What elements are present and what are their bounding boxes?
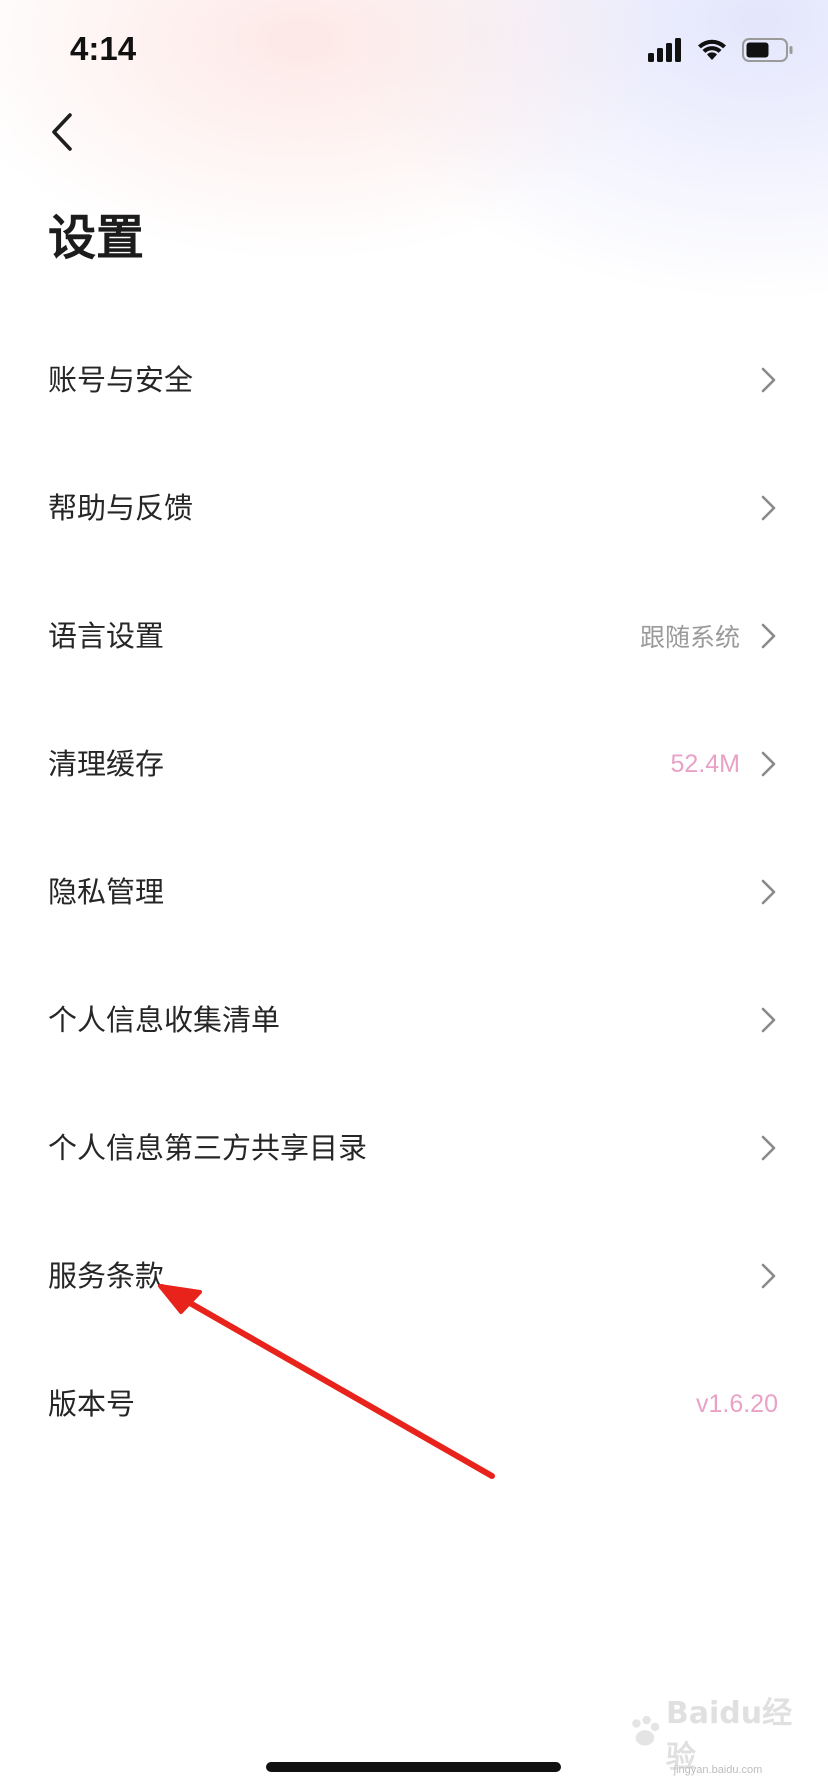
settings-item-version: 版本号 v1.6.20 (0, 1340, 828, 1468)
settings-item-label: 账号与安全 (48, 363, 194, 397)
chevron-right-icon (761, 495, 776, 521)
settings-item-label: 个人信息收集清单 (48, 1003, 281, 1037)
settings-item-trailing (760, 316, 778, 444)
settings-item-privacy[interactable]: 隐私管理 (0, 828, 828, 956)
status-time: 4:14 (70, 30, 137, 67)
settings-item-trailing: 跟随系统 (640, 572, 778, 700)
page-title: 设置 (48, 210, 145, 266)
settings-item-terms-of-service[interactable]: 服务条款 (0, 1212, 828, 1340)
settings-item-label: 清理缓存 (48, 747, 165, 781)
settings-list: 账号与安全 帮助与反馈 语言设置 跟随系统 清理缓存 52.4M 隐私管理 个人… (0, 316, 828, 1468)
baidu-jingyan-watermark: Baidu经验 (628, 1696, 798, 1775)
chevron-right-icon (761, 879, 776, 905)
settings-item-trailing (760, 828, 778, 956)
settings-item-label: 服务条款 (48, 1259, 165, 1293)
settings-item-trailing (760, 1212, 778, 1340)
settings-item-third-party-sharing[interactable]: 个人信息第三方共享目录 (0, 1084, 828, 1212)
status-icons (648, 36, 794, 64)
settings-item-help-feedback[interactable]: 帮助与反馈 (0, 444, 828, 572)
settings-item-label: 帮助与反馈 (48, 491, 194, 525)
paw-icon (632, 1715, 660, 1746)
chevron-right-icon (761, 1263, 776, 1289)
settings-item-trailing: v1.6.20 (696, 1340, 778, 1468)
watermark-subtext: jingyan.baidu.com (673, 1764, 763, 1776)
chevron-right-icon (761, 367, 776, 393)
chevron-right-icon (761, 1135, 776, 1161)
settings-item-trailing (760, 444, 778, 572)
wifi-icon (698, 39, 726, 60)
settings-item-label: 个人信息第三方共享目录 (48, 1131, 368, 1165)
settings-item-clear-cache[interactable]: 清理缓存 52.4M (0, 700, 828, 828)
battery-icon (742, 38, 793, 62)
version-value: v1.6.20 (695, 1389, 778, 1418)
status-bar: 4:14 (0, 0, 828, 100)
chevron-right-icon (761, 623, 776, 649)
watermark-text: Baidu经验 (665, 1696, 793, 1775)
back-button[interactable] (38, 108, 86, 156)
settings-item-label: 版本号 (48, 1387, 136, 1421)
settings-item-trailing (760, 956, 778, 1084)
cache-size-value: 52.4M (670, 749, 740, 778)
settings-item-label: 语言设置 (48, 619, 165, 653)
chevron-right-icon (761, 1007, 776, 1033)
language-value: 跟随系统 (639, 624, 740, 652)
cellular-signal-icon (648, 38, 681, 62)
settings-item-personal-info-list[interactable]: 个人信息收集清单 (0, 956, 828, 1084)
settings-item-account-security[interactable]: 账号与安全 (0, 316, 828, 444)
settings-item-trailing: 52.4M (671, 700, 778, 828)
home-indicator (266, 1762, 561, 1772)
settings-item-trailing (760, 1084, 778, 1212)
settings-item-language[interactable]: 语言设置 跟随系统 (0, 572, 828, 700)
chevron-left-icon (52, 113, 72, 151)
chevron-right-icon (761, 751, 776, 777)
settings-item-label: 隐私管理 (48, 875, 165, 909)
